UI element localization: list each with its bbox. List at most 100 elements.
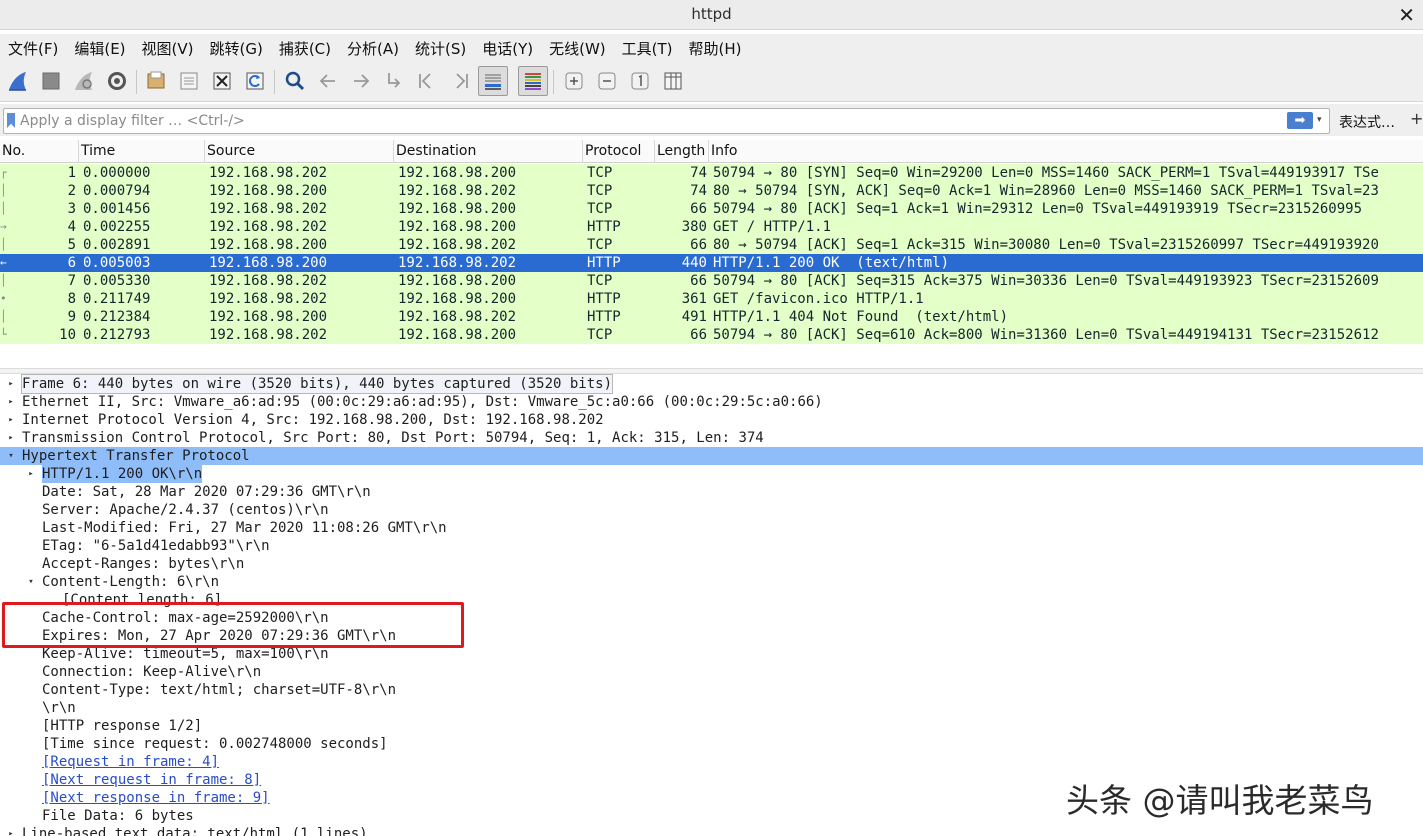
detail-tree-item[interactable]: Server: Apache/2.4.37 (centos)\r\n bbox=[0, 501, 1423, 519]
reload-file-icon[interactable] bbox=[242, 68, 268, 94]
frame-link[interactable]: [Next request in frame: 8] bbox=[42, 771, 261, 789]
go-back-icon[interactable] bbox=[315, 68, 341, 94]
packet-cell-time: 0.002255 bbox=[83, 219, 151, 235]
save-file-icon[interactable] bbox=[176, 68, 202, 94]
first-packet-icon[interactable] bbox=[414, 68, 440, 94]
column-header-time[interactable]: Time bbox=[79, 140, 205, 163]
menu-telephony[interactable]: 电话(Y) bbox=[482, 38, 533, 59]
packet-row[interactable]: │ 3 0.001456 192.168.98.202 192.168.98.200 TC… bbox=[0, 200, 1423, 218]
menu-view[interactable]: 视图(V) bbox=[142, 38, 194, 59]
detail-tree-item[interactable]: ▾ Content-Length: 6\r\n bbox=[0, 573, 1423, 591]
shark-fin-start-icon[interactable] bbox=[5, 68, 31, 94]
packet-row[interactable]: ← 6 0.005003 192.168.98.200 192.168.98.202 HT… bbox=[0, 254, 1423, 272]
add-filter-button-icon[interactable]: + bbox=[1410, 109, 1423, 128]
go-to-packet-icon[interactable] bbox=[381, 68, 407, 94]
detail-tree-item[interactable]: Last-Modified: Fri, 27 Mar 2020 11:08:26… bbox=[0, 519, 1423, 537]
detail-text: Line-based text data: text/html (1 lines… bbox=[22, 826, 368, 836]
collapsed-arrow-icon[interactable]: ▸ bbox=[5, 411, 17, 429]
restart-capture-icon[interactable] bbox=[71, 68, 97, 94]
collapsed-arrow-icon[interactable]: ▸ bbox=[5, 393, 17, 411]
column-header-protocol[interactable]: Protocol bbox=[583, 140, 655, 163]
menu-file[interactable]: 文件(F) bbox=[8, 38, 58, 59]
column-header-length[interactable]: Length bbox=[655, 140, 709, 163]
column-header-source[interactable]: Source bbox=[205, 140, 394, 163]
detail-tree-item[interactable]: ▸ Transmission Control Protocol, Src Port… bbox=[0, 429, 1423, 447]
find-packet-icon[interactable] bbox=[282, 68, 308, 94]
packet-cell-len: 66 bbox=[690, 273, 707, 289]
packet-cell-time: 0.002891 bbox=[83, 237, 151, 253]
menu-tools[interactable]: 工具(T) bbox=[622, 38, 673, 59]
detail-tree-item[interactable]: ETag: "6-5a1d41edabb93"\r\n bbox=[0, 537, 1423, 555]
apply-filter-arrow-icon[interactable]: ➡ bbox=[1287, 112, 1313, 129]
packet-cell-dst: 192.168.98.200 bbox=[398, 165, 517, 181]
packet-cell-len: 491 bbox=[681, 309, 707, 325]
expanded-arrow-icon[interactable]: ▾ bbox=[5, 447, 17, 465]
packet-row[interactable]: → 4 0.002255 192.168.98.202 192.168.98.200 HT… bbox=[0, 218, 1423, 236]
filter-expression-button[interactable]: 表达式… bbox=[1339, 112, 1395, 132]
detail-tree-item[interactable]: [Request in frame: 4] bbox=[0, 753, 1423, 771]
packet-row[interactable]: └ 10 0.212793 192.168.98.202 192.168.98.200 T… bbox=[0, 326, 1423, 344]
column-header-no[interactable]: No. bbox=[0, 140, 79, 163]
filter-bookmark-icon[interactable] bbox=[7, 113, 15, 128]
packet-row[interactable]: │ 7 0.005330 192.168.98.202 192.168.98.200 TC… bbox=[0, 272, 1423, 290]
capture-options-gear-icon[interactable] bbox=[104, 68, 130, 94]
detail-tree-item[interactable]: Content-Type: text/html; charset=UTF-8\r… bbox=[0, 681, 1423, 699]
menu-analyze[interactable]: 分析(A) bbox=[347, 38, 399, 59]
collapsed-arrow-icon[interactable]: ▸ bbox=[5, 429, 17, 447]
zoom-in-icon[interactable] bbox=[561, 68, 587, 94]
resize-columns-icon[interactable] bbox=[660, 68, 686, 94]
close-window-icon[interactable]: ✕ bbox=[1398, 3, 1415, 27]
detail-tree-item[interactable]: ▸ Frame 6: 440 bytes on wire (3520 bits),… bbox=[0, 374, 1423, 394]
detail-tree-item[interactable]: ▸ Ethernet II, Src: Vmware_a6:ad:95 (00:0… bbox=[0, 393, 1423, 411]
detail-tree-item[interactable]: ▸ Line-based text data: text/html (1 line… bbox=[0, 825, 1423, 836]
packet-row[interactable]: • 8 0.211749 192.168.98.202 192.168.98.200 HT… bbox=[0, 290, 1423, 308]
collapsed-arrow-icon[interactable]: ▸ bbox=[5, 375, 17, 393]
detail-tree-item[interactable]: ▸ Internet Protocol Version 4, Src: 192.1… bbox=[0, 411, 1423, 429]
detail-tree-item[interactable]: Connection: Keep-Alive\r\n bbox=[0, 663, 1423, 681]
frame-link[interactable]: [Request in frame: 4] bbox=[42, 753, 219, 771]
stop-capture-icon[interactable] bbox=[38, 68, 64, 94]
menu-wireless[interactable]: 无线(W) bbox=[549, 38, 606, 59]
menu-go[interactable]: 跳转(G) bbox=[210, 38, 263, 59]
menu-statistics[interactable]: 统计(S) bbox=[415, 38, 466, 59]
open-file-icon[interactable] bbox=[143, 68, 169, 94]
last-packet-icon[interactable] bbox=[447, 68, 473, 94]
close-file-icon[interactable] bbox=[209, 68, 235, 94]
menu-capture[interactable]: 捕获(C) bbox=[279, 38, 331, 59]
packet-row[interactable]: ┌ 1 0.000000 192.168.98.202 192.168.98.200 TC… bbox=[0, 164, 1423, 182]
zoom-out-icon[interactable] bbox=[594, 68, 620, 94]
detail-tree-item[interactable]: [HTTP response 1/2] bbox=[0, 717, 1423, 735]
detail-tree-item[interactable]: Accept-Ranges: bytes\r\n bbox=[0, 555, 1423, 573]
packet-row[interactable]: │ 5 0.002891 192.168.98.200 192.168.98.202 TC… bbox=[0, 236, 1423, 254]
detail-text: [Time since request: 0.002748000 seconds… bbox=[42, 736, 388, 752]
collapsed-arrow-icon[interactable]: ▸ bbox=[5, 825, 17, 836]
display-filter-bar: ➡ ▾ 表达式… + bbox=[0, 104, 1423, 136]
packet-row[interactable]: │ 9 0.212384 192.168.98.200 192.168.98.202 HT… bbox=[0, 308, 1423, 326]
packet-list[interactable]: No. Time Source Destination Protocol Len… bbox=[0, 140, 1423, 346]
display-filter-box: ➡ ▾ bbox=[3, 108, 1330, 134]
detail-text: Ethernet II, Src: Vmware_a6:ad:95 (00:0c… bbox=[22, 394, 823, 410]
packet-cell-dst: 192.168.98.202 bbox=[398, 255, 517, 271]
column-header-info[interactable]: Info bbox=[709, 140, 1423, 163]
packet-cell-time: 0.005003 bbox=[83, 255, 151, 271]
auto-scroll-icon[interactable] bbox=[478, 66, 508, 96]
packet-row[interactable]: │ 2 0.000794 192.168.98.200 192.168.98.202 TC… bbox=[0, 182, 1423, 200]
detail-tree-item[interactable]: ▾ Hypertext Transfer Protocol bbox=[0, 447, 1423, 465]
detail-tree-item[interactable]: [Time since request: 0.002748000 seconds… bbox=[0, 735, 1423, 753]
column-header-destination[interactable]: Destination bbox=[394, 140, 583, 163]
detail-text: Frame 6: 440 bytes on wire (3520 bits), … bbox=[20, 374, 614, 394]
detail-tree-item[interactable]: Date: Sat, 28 Mar 2020 07:29:36 GMT\r\n bbox=[0, 483, 1423, 501]
go-forward-icon[interactable] bbox=[348, 68, 374, 94]
display-filter-input[interactable] bbox=[20, 111, 1260, 131]
collapsed-arrow-icon[interactable]: ▸ bbox=[25, 465, 37, 483]
detail-tree-item[interactable]: ▸ HTTP/1.1 200 OK\r\n bbox=[0, 465, 1423, 483]
frame-link[interactable]: [Next response in frame: 9] bbox=[42, 789, 270, 807]
expanded-arrow-icon[interactable]: ▾ bbox=[25, 573, 37, 591]
colorize-icon[interactable] bbox=[518, 66, 548, 96]
menu-help[interactable]: 帮助(H) bbox=[689, 38, 742, 59]
packet-cell-dst: 192.168.98.200 bbox=[398, 201, 517, 217]
normal-size-icon[interactable] bbox=[627, 68, 653, 94]
filter-history-dropdown-icon[interactable]: ▾ bbox=[1317, 115, 1322, 125]
detail-tree-item[interactable]: \r\n bbox=[0, 699, 1423, 717]
menu-edit[interactable]: 编辑(E) bbox=[74, 38, 125, 59]
